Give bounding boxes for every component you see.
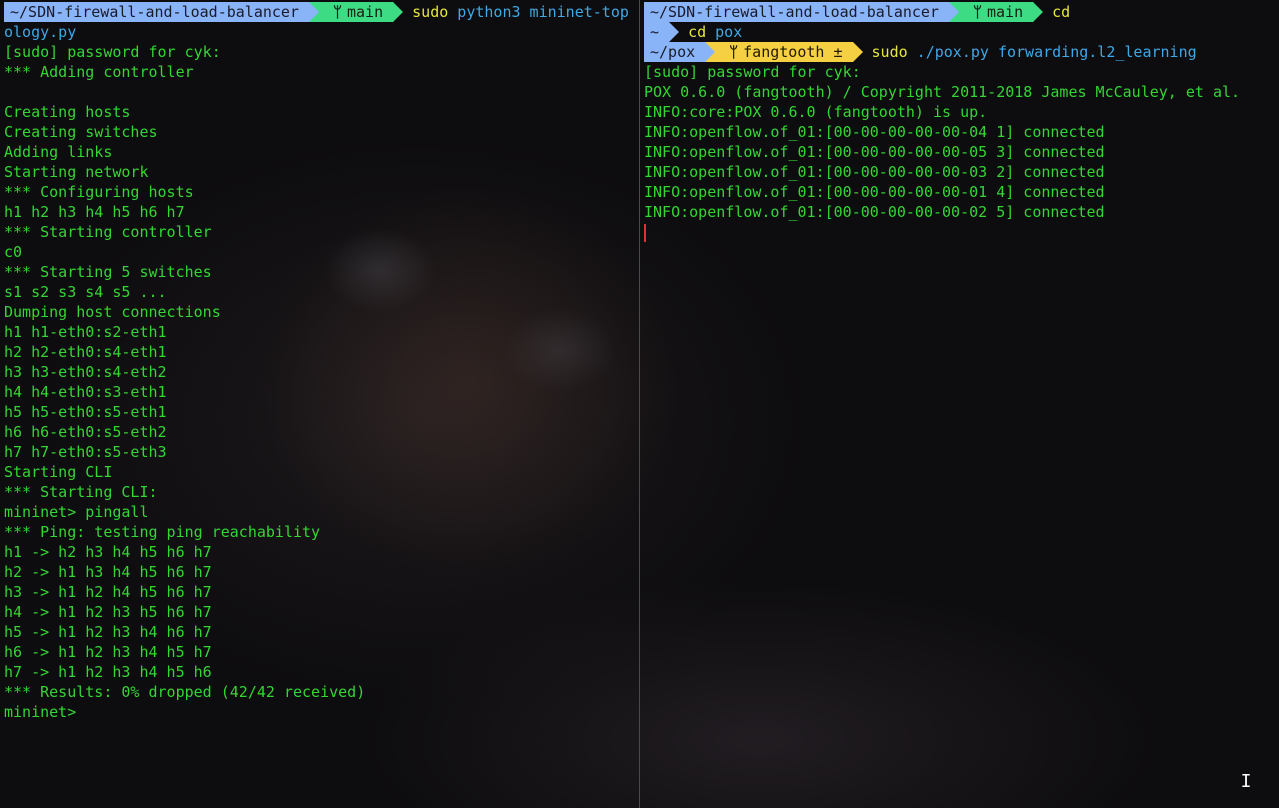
output-line: *** Results: 0% dropped (42/42 received) [4, 683, 366, 701]
prompt-line: ~/SDN-firewall-and-load-balancer ᛘ main cd [644, 2, 1279, 22]
output-line: h4 h4-eth0:s3-eth1 [4, 383, 167, 401]
output-line: Creating switches [4, 123, 158, 141]
output-line: INFO:openflow.of_01:[00-00-00-00-00-04 1… [644, 123, 1105, 141]
output-line: INFO:openflow.of_01:[00-00-00-00-00-05 3… [644, 143, 1105, 161]
output-line: INFO:openflow.of_01:[00-00-00-00-00-02 5… [644, 203, 1105, 221]
command-args: pox [706, 23, 743, 41]
output-line: h5 -> h1 h2 h3 h4 h6 h7 [4, 623, 212, 641]
prompt-line: ~/pox ᛘ fangtooth ± sudo ./pox.py forwardi… [644, 42, 1279, 62]
git-branch-icon: ᛘ [729, 43, 739, 61]
prompt-path-segment: ~/SDN-firewall-and-load-balancer [4, 2, 309, 22]
prompt-path-segment: ~/SDN-firewall-and-load-balancer [644, 2, 949, 22]
output-line: INFO:core:POX 0.6.0 (fangtooth) is up. [644, 103, 988, 121]
output-line: h7 -> h1 h2 h3 h4 h5 h6 [4, 663, 212, 681]
powerline-separator-icon [669, 22, 680, 42]
text-cursor [644, 223, 646, 242]
input-line[interactable] [644, 222, 1279, 242]
command-args-wrap: ology.py [4, 23, 77, 41]
prompt-git-segment: ᛘ main [318, 2, 394, 22]
output-line: Creating hosts [4, 103, 131, 121]
output-line: *** Starting 5 switches [4, 263, 212, 281]
output-line: INFO:openflow.of_01:[00-00-00-00-00-01 4… [644, 183, 1105, 201]
powerline-separator-icon [948, 2, 959, 22]
output-line: h2 -> h1 h3 h4 h5 h6 h7 [4, 563, 212, 581]
output-line: h1 -> h2 h3 h4 h5 h6 h7 [4, 543, 212, 561]
command-args: ./pox.py forwarding.l2_learning [907, 43, 1197, 61]
output-line: *** Ping: testing ping reachability [4, 523, 321, 541]
output-line: h1 h1-eth0:s2-eth1 [4, 323, 167, 341]
command-name: cd [688, 23, 707, 41]
prompt-line: ~ cd pox [644, 22, 1279, 42]
output-line: Dumping host connections [4, 303, 221, 321]
text-ibeam-icon: I [1240, 771, 1252, 792]
prompt-path-segment: ~/pox [644, 42, 706, 62]
output-line: h5 h5-eth0:s5-eth1 [4, 403, 167, 421]
output-line: [sudo] password for cyk: [4, 43, 221, 61]
output-line: h2 h2-eth0:s4-eth1 [4, 343, 167, 361]
git-dirty-marker: ± [833, 43, 843, 61]
git-branch-name: fangtooth [743, 43, 825, 61]
output-line: c0 [4, 243, 23, 261]
git-branch-name: main [986, 3, 1024, 21]
git-branch-name: main [346, 3, 384, 21]
output-line: *** Adding controller [4, 63, 194, 81]
output-line: h6 -> h1 h2 h3 h4 h5 h7 [4, 643, 212, 661]
output-line: h1 h2 h3 h4 h5 h6 h7 [4, 203, 185, 221]
git-branch-icon: ᛘ [332, 3, 342, 21]
terminal-output-right: ~/SDN-firewall-and-load-balancer ᛘ main cd… [644, 2, 1279, 242]
prompt-line: ~/SDN-firewall-and-load-balancer ᛘ main su… [4, 2, 639, 22]
output-line: h3 -> h1 h2 h4 h5 h6 h7 [4, 583, 212, 601]
git-branch-icon: ᛘ [972, 3, 982, 21]
output-line: Starting CLI [4, 463, 113, 481]
output-line: *** Configuring hosts [4, 183, 194, 201]
powerline-separator-icon [1033, 2, 1044, 22]
output-line: h4 -> h1 h2 h3 h5 h6 h7 [4, 603, 212, 621]
command-output: [sudo] password for cyk: POX 0.6.0 (fangt… [644, 62, 1279, 222]
output-line: INFO:openflow.of_01:[00-00-00-00-00-03 2… [644, 163, 1105, 181]
output-line: s1 s2 s3 s4 s5 ... [4, 283, 167, 301]
output-line: mininet> pingall [4, 503, 149, 521]
powerline-separator-icon [308, 2, 319, 22]
output-line: *** Starting controller [4, 223, 212, 241]
terminal-output-left: ~/SDN-firewall-and-load-balancer ᛘ main su… [4, 2, 639, 722]
command-name: sudo [871, 43, 908, 61]
output-line: h3 h3-eth0:s4-eth2 [4, 363, 167, 381]
powerline-separator-icon [393, 2, 404, 22]
output-line: Starting network [4, 163, 149, 181]
terminal-pane-right[interactable]: ~/SDN-firewall-and-load-balancer ᛘ main cd… [640, 0, 1279, 808]
output-line: Adding links [4, 143, 113, 161]
output-line: h6 h6-eth0:s5-eth2 [4, 423, 167, 441]
prompt-git-segment: ᛘ fangtooth ± [715, 42, 853, 62]
prompt-git-segment: ᛘ main [958, 2, 1034, 22]
powerline-separator-icon [852, 42, 863, 62]
output-line: *** Starting CLI: [4, 483, 158, 501]
prompt-path-segment: ~ [644, 22, 670, 42]
command-name: sudo [412, 3, 449, 21]
command-args: python3 mininet-top [448, 3, 629, 21]
command-output: [sudo] password for cyk: *** Adding contr… [4, 42, 639, 722]
powerline-separator-icon [705, 42, 716, 62]
output-line: mininet> [4, 703, 77, 721]
output-line: POX 0.6.0 (fangtooth) / Copyright 2011-2… [644, 83, 1241, 101]
terminal-pane-left[interactable]: ~/SDN-firewall-and-load-balancer ᛘ main su… [0, 0, 639, 808]
command-name: cd [1052, 3, 1071, 21]
output-line: [sudo] password for cyk: [644, 63, 861, 81]
output-line: h7 h7-eth0:s5-eth3 [4, 443, 167, 461]
